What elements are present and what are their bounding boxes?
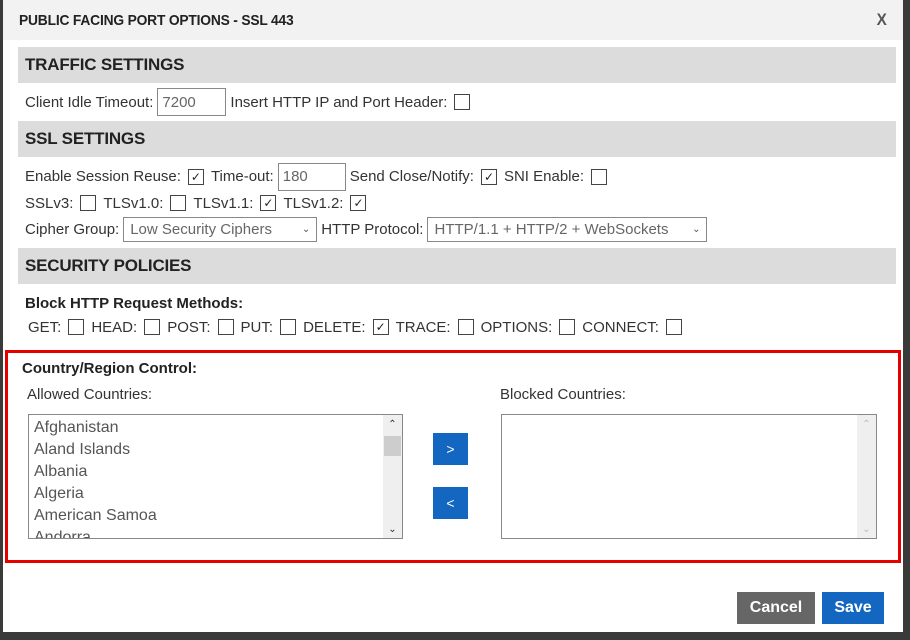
country-option[interactable]: Algeria <box>34 483 402 505</box>
protocol-checkbox-sslv3[interactable] <box>80 195 97 211</box>
timeout-label: Time-out: <box>210 168 274 185</box>
method-label-options: OPTIONS: <box>480 318 553 336</box>
send-close-label: Send Close/Notify: <box>349 168 474 185</box>
client-idle-timeout-label: Client Idle Timeout: <box>25 93 154 111</box>
ssl-protocols-row: SSLv3: TLSv1.0: TLSv1.1: ✓ TLSv1.2: ✓ <box>18 192 896 214</box>
scrollbar-thumb[interactable] <box>384 436 401 456</box>
protocol-label-tlsv10: TLSv1.0: <box>103 194 164 212</box>
security-policies-header: SECURITY POLICIES <box>18 248 896 284</box>
move-to-allowed-button[interactable]: < <box>433 487 468 519</box>
http-protocol-label: HTTP Protocol: <box>321 220 424 238</box>
scroll-up-icon[interactable]: ⌃ <box>383 415 402 433</box>
http-protocol-select[interactable]: HTTP/1.1 + HTTP/2 + WebSockets ⌄ <box>427 216 708 242</box>
allowed-countries-items: Afghanistan Aland Islands Albania Algeria Am… <box>29 415 402 538</box>
checkmark-icon: ✓ <box>190 169 201 184</box>
method-checkbox-delete[interactable]: ✓ <box>372 319 389 335</box>
method-label-post: POST: <box>167 318 211 336</box>
save-button[interactable]: Save <box>822 592 884 624</box>
traffic-settings-row: Client Idle Timeout: Insert HTTP IP and … <box>18 83 896 121</box>
country-option[interactable]: American Samoa <box>34 505 402 527</box>
checkmark-icon: ✓ <box>375 320 386 334</box>
insert-header-label: Insert HTTP IP and Port Header: <box>230 93 448 111</box>
move-to-blocked-button[interactable]: > <box>433 433 468 465</box>
block-methods-row: GET: HEAD: POST: PUT: DELETE: ✓ TRACE: O… <box>18 316 896 338</box>
blocked-countries-listbox[interactable]: ⌃ ⌄ <box>501 414 877 539</box>
close-icon[interactable]: X <box>876 10 886 30</box>
cipher-group-label: Cipher Group: <box>25 220 120 238</box>
country-option[interactable]: Albania <box>34 461 402 483</box>
session-reuse-checkbox[interactable]: ✓ <box>187 168 204 185</box>
cipher-group-value: Low Security Ciphers <box>130 220 272 238</box>
method-checkbox-connect[interactable] <box>665 319 682 335</box>
sni-enable-checkbox[interactable] <box>591 168 608 185</box>
scroll-up-icon[interactable]: ⌃ <box>857 415 876 433</box>
protocol-label-tlsv12: TLSv1.2: <box>283 194 344 212</box>
method-checkbox-get[interactable] <box>68 319 85 335</box>
blocked-scrollbar[interactable]: ⌃ ⌄ <box>857 415 876 538</box>
method-checkbox-head[interactable] <box>144 319 161 335</box>
protocol-label-sslv3: SSLv3: <box>25 194 74 212</box>
checkmark-icon: ✓ <box>263 196 274 210</box>
method-label-put: PUT: <box>240 318 274 336</box>
send-close-checkbox[interactable]: ✓ <box>480 168 497 185</box>
insert-header-checkbox[interactable] <box>454 94 471 110</box>
method-label-head: HEAD: <box>91 318 138 336</box>
allowed-countries-label: Allowed Countries: <box>27 386 153 403</box>
method-label-get: GET: <box>28 318 62 336</box>
method-checkbox-post[interactable] <box>217 319 234 335</box>
timeout-input[interactable] <box>277 162 346 191</box>
checkmark-icon: ✓ <box>353 196 364 210</box>
protocol-checkbox-tlsv11[interactable]: ✓ <box>260 195 277 211</box>
ssl-settings-header: SSL SETTINGS <box>18 121 896 157</box>
block-methods-label: Block HTTP Request Methods: <box>25 294 244 312</box>
method-checkbox-trace[interactable] <box>457 319 474 335</box>
allowed-scrollbar[interactable]: ⌃ ⌄ <box>383 415 402 538</box>
ssl-cipher-row: Cipher Group: Low Security Ciphers ⌄ HTT… <box>18 214 896 244</box>
checkmark-icon: ✓ <box>483 169 494 184</box>
cipher-group-select[interactable]: Low Security Ciphers ⌄ <box>123 216 318 242</box>
session-reuse-label: Enable Session Reuse: <box>25 168 181 185</box>
allowed-countries-listbox[interactable]: Afghanistan Aland Islands Albania Algeria Am… <box>28 414 403 539</box>
protocol-checkbox-tlsv10[interactable] <box>170 195 187 211</box>
method-label-connect: CONNECT: <box>582 318 659 336</box>
traffic-settings-header: TRAFFIC SETTINGS <box>18 47 896 83</box>
country-option[interactable]: Afghanistan <box>34 417 402 439</box>
sni-enable-label: SNI Enable: <box>503 168 585 185</box>
protocol-label-tlsv11: TLSv1.1: <box>193 194 254 212</box>
protocol-checkbox-tlsv12[interactable]: ✓ <box>350 195 367 211</box>
country-control-title: Country/Region Control: <box>22 360 197 377</box>
scroll-down-icon[interactable]: ⌄ <box>857 520 876 538</box>
method-label-delete: DELETE: <box>303 318 366 336</box>
block-methods-title-row: Block HTTP Request Methods: <box>18 284 896 316</box>
client-idle-timeout-input[interactable] <box>157 88 227 116</box>
method-checkbox-put[interactable] <box>280 319 297 335</box>
http-protocol-value: HTTP/1.1 + HTTP/2 + WebSockets <box>434 220 669 238</box>
method-checkbox-options[interactable] <box>559 319 576 335</box>
method-label-trace: TRACE: <box>395 318 451 336</box>
chevron-down-icon: ⌄ <box>692 223 701 235</box>
dialog-title: PUBLIC FACING PORT OPTIONS - SSL 443 <box>19 11 294 29</box>
blocked-countries-items <box>502 415 876 417</box>
dialog-titlebar: PUBLIC FACING PORT OPTIONS - SSL 443 X <box>3 0 903 40</box>
chevron-down-icon: ⌄ <box>301 223 311 235</box>
country-option[interactable]: Andorra <box>34 527 402 538</box>
ssl-row-1: Enable Session Reuse: ✓ Time-out: Send C… <box>18 157 896 192</box>
scroll-down-icon[interactable]: ⌄ <box>383 520 402 538</box>
cancel-button[interactable]: Cancel <box>737 592 815 624</box>
country-option[interactable]: Aland Islands <box>34 439 402 461</box>
blocked-countries-label: Blocked Countries: <box>500 386 626 403</box>
